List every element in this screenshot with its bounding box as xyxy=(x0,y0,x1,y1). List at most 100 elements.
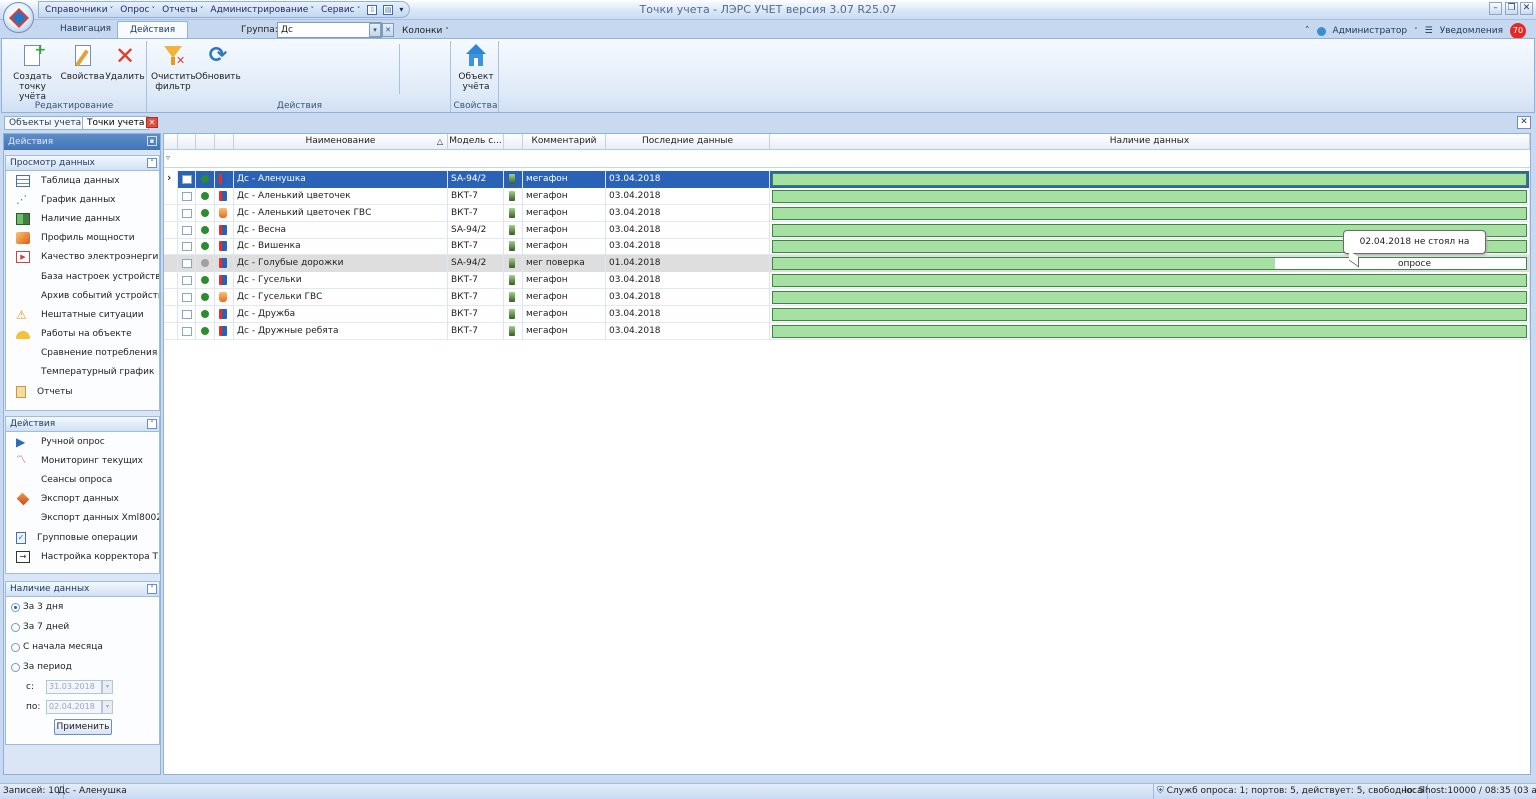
table-row[interactable]: Дс - Весна SA-94/2 мегафон 03.04.2018 xyxy=(164,221,1530,239)
close-button[interactable]: ✕ xyxy=(1520,2,1533,15)
action-item[interactable]: ▶ Ручной опрос xyxy=(6,432,159,451)
view-data-item[interactable]: Наличие данных xyxy=(6,209,159,228)
row-checkbox[interactable] xyxy=(182,309,192,319)
actions-header[interactable]: Действия ˄ xyxy=(6,417,159,432)
user-menu[interactable]: Администратор xyxy=(1333,26,1408,36)
view-data-item[interactable]: Сравнение потребления xyxy=(6,344,159,363)
date-to-input[interactable]: 02.04.2018 xyxy=(46,700,102,714)
collapse-ribbon-icon[interactable]: ˄ xyxy=(1305,26,1310,36)
table-row[interactable]: Дс - Дружные ребята ВКТ-7 мегафон 03.04.201… xyxy=(164,322,1530,340)
view-data-item[interactable]: Работы на объекте xyxy=(6,325,159,344)
view-data-item[interactable]: Таблица данных xyxy=(6,171,159,190)
date-from-dropdown-icon[interactable]: ▾ xyxy=(102,680,113,694)
refresh-button[interactable]: ⟳ Обновить xyxy=(195,43,241,82)
row-checkbox[interactable] xyxy=(182,326,192,336)
group-combo[interactable]: Дс xyxy=(277,22,382,38)
header-status[interactable] xyxy=(196,134,215,150)
radio-button[interactable] xyxy=(11,662,20,672)
availability-bar[interactable] xyxy=(772,189,1527,203)
pin-icon[interactable]: ▪ xyxy=(147,136,157,146)
tab-points[interactable]: Точки учета xyxy=(82,116,150,130)
availability-bar[interactable] xyxy=(772,290,1527,304)
properties-button[interactable]: Свойства xyxy=(60,43,105,82)
view-data-item[interactable]: ▶ Качество электроэнергии xyxy=(6,248,159,267)
table-row[interactable]: Дс - Аленький цветочек ГВС ВКТ-7 мегафон 03… xyxy=(164,204,1530,222)
tab-objects[interactable]: Объекты учета xyxy=(4,116,87,130)
view-data-item[interactable]: Отчеты xyxy=(6,382,159,401)
table-row[interactable]: Дс - Аленький цветочек ВКТ-7 мегафон 03.04.… xyxy=(164,187,1530,205)
object-button[interactable]: Объект учёта xyxy=(453,43,499,92)
action-item[interactable]: ✓ Групповые операции xyxy=(6,528,159,547)
view-data-item[interactable]: База настроек устройства xyxy=(6,267,159,286)
availability-bar[interactable] xyxy=(772,206,1527,220)
close-document-icon[interactable]: ✕ xyxy=(1517,116,1531,129)
close-tab-icon[interactable]: ✕ xyxy=(146,117,158,128)
action-item[interactable]: → Настройка корректора Т... xyxy=(6,547,159,566)
header-model[interactable]: Модель с... xyxy=(448,134,504,150)
app-menu-button[interactable] xyxy=(3,2,34,33)
radio-button[interactable] xyxy=(11,622,20,632)
view-data-item[interactable]: ⚠ Нештатные ситуации xyxy=(6,305,159,324)
action-item[interactable]: Экспорт данных Xml80020 xyxy=(6,509,159,528)
view-data-header[interactable]: Просмотр данных ˄ xyxy=(6,156,159,171)
action-item[interactable]: Экспорт данных xyxy=(6,490,159,509)
row-checkbox[interactable] xyxy=(182,292,192,302)
row-checkbox[interactable] xyxy=(182,259,192,269)
notifications-button[interactable]: Уведомления xyxy=(1440,26,1503,36)
view-data-item[interactable]: ⋰ График данных xyxy=(6,190,159,209)
row-checkbox[interactable] xyxy=(182,225,192,235)
radio-7-days[interactable]: За 7 дней xyxy=(6,617,159,637)
header-check[interactable] xyxy=(178,134,196,150)
table-row[interactable]: Дс - Вишенка ВКТ-7 мегафон 03.04.2018 xyxy=(164,238,1530,256)
availability-bar[interactable] xyxy=(772,274,1527,288)
radio-button[interactable] xyxy=(11,602,20,612)
columns-dropdown[interactable]: Колонки ˅ xyxy=(402,26,449,36)
availability-bar[interactable] xyxy=(772,307,1527,321)
delete-button[interactable]: ✕ Удалить xyxy=(105,43,145,82)
filter-icon[interactable]: ▿ xyxy=(166,153,170,162)
radio-month-start[interactable]: С начала месяца xyxy=(6,637,159,657)
row-checkbox[interactable] xyxy=(182,242,192,252)
collapse-icon[interactable]: ˄ xyxy=(147,158,157,168)
table-row[interactable]: › Дс - Аленушка SA-94/2 мегафон 03.04.2018 xyxy=(164,171,1530,188)
view-data-item[interactable]: Температурный график xyxy=(6,363,159,382)
header-last-data[interactable]: Последние данные xyxy=(606,134,770,150)
header-type[interactable] xyxy=(215,134,234,150)
row-checkbox[interactable] xyxy=(182,191,192,201)
date-from-input[interactable]: 31.03.2018 xyxy=(46,680,102,694)
header-availability[interactable]: Наличие данных xyxy=(770,134,1530,150)
collapse-icon[interactable]: ˄ xyxy=(147,419,157,429)
header-comment[interactable]: Комментарий xyxy=(523,134,606,150)
radio-period[interactable]: За период xyxy=(6,657,159,677)
clear-filter-button[interactable]: ✕ Очистить фильтр xyxy=(151,43,196,92)
row-checkbox[interactable] xyxy=(182,175,192,184)
radio-3-days[interactable]: За 3 дня xyxy=(6,597,159,617)
availability-bar[interactable] xyxy=(772,173,1527,186)
data-availability-header[interactable]: Наличие данных ˄ xyxy=(6,582,159,597)
header-name[interactable]: Наименование △ xyxy=(234,134,448,150)
maximize-button[interactable]: ❐ xyxy=(1505,2,1518,15)
row-checkbox[interactable] xyxy=(182,208,192,218)
view-data-item[interactable]: Архив событий устройства xyxy=(6,286,159,305)
create-point-button[interactable]: + Создать точку учёта xyxy=(5,43,60,102)
tab-actions[interactable]: Действия xyxy=(117,21,189,39)
radio-button[interactable] xyxy=(11,642,20,652)
action-item[interactable]: 〽 Мониторинг текущих xyxy=(6,451,159,470)
availability-bar[interactable] xyxy=(772,324,1527,338)
table-row[interactable]: Дс - Гусельки ГВС ВКТ-7 мегафон 03.04.2018 xyxy=(164,288,1530,306)
table-row[interactable]: Дс - Дружба ВКТ-7 мегафон 03.04.2018 xyxy=(164,305,1530,323)
minimize-button[interactable]: – xyxy=(1489,2,1502,15)
collapse-icon[interactable]: ˄ xyxy=(147,584,157,594)
group-clear-icon[interactable]: ✕ xyxy=(382,23,394,37)
row-checkbox[interactable] xyxy=(182,276,192,286)
filter-row[interactable]: ▿ xyxy=(164,151,1530,168)
table-row[interactable]: Дс - Гусельки ВКТ-7 мегафон 03.04.2018 xyxy=(164,272,1530,290)
apply-button[interactable]: Применить xyxy=(54,719,112,735)
table-row[interactable]: Дс - Голубые дорожки SA-94/2 мег поверка 01… xyxy=(164,255,1530,273)
header-modem[interactable] xyxy=(504,134,523,150)
group-dropdown-icon[interactable]: ▾ xyxy=(369,23,381,37)
action-item[interactable]: Сеансы опроса xyxy=(6,470,159,489)
user-dropdown-icon[interactable]: ˅ xyxy=(1414,27,1418,35)
date-to-dropdown-icon[interactable]: ▾ xyxy=(102,700,113,714)
view-data-item[interactable]: Профиль мощности xyxy=(6,229,159,248)
